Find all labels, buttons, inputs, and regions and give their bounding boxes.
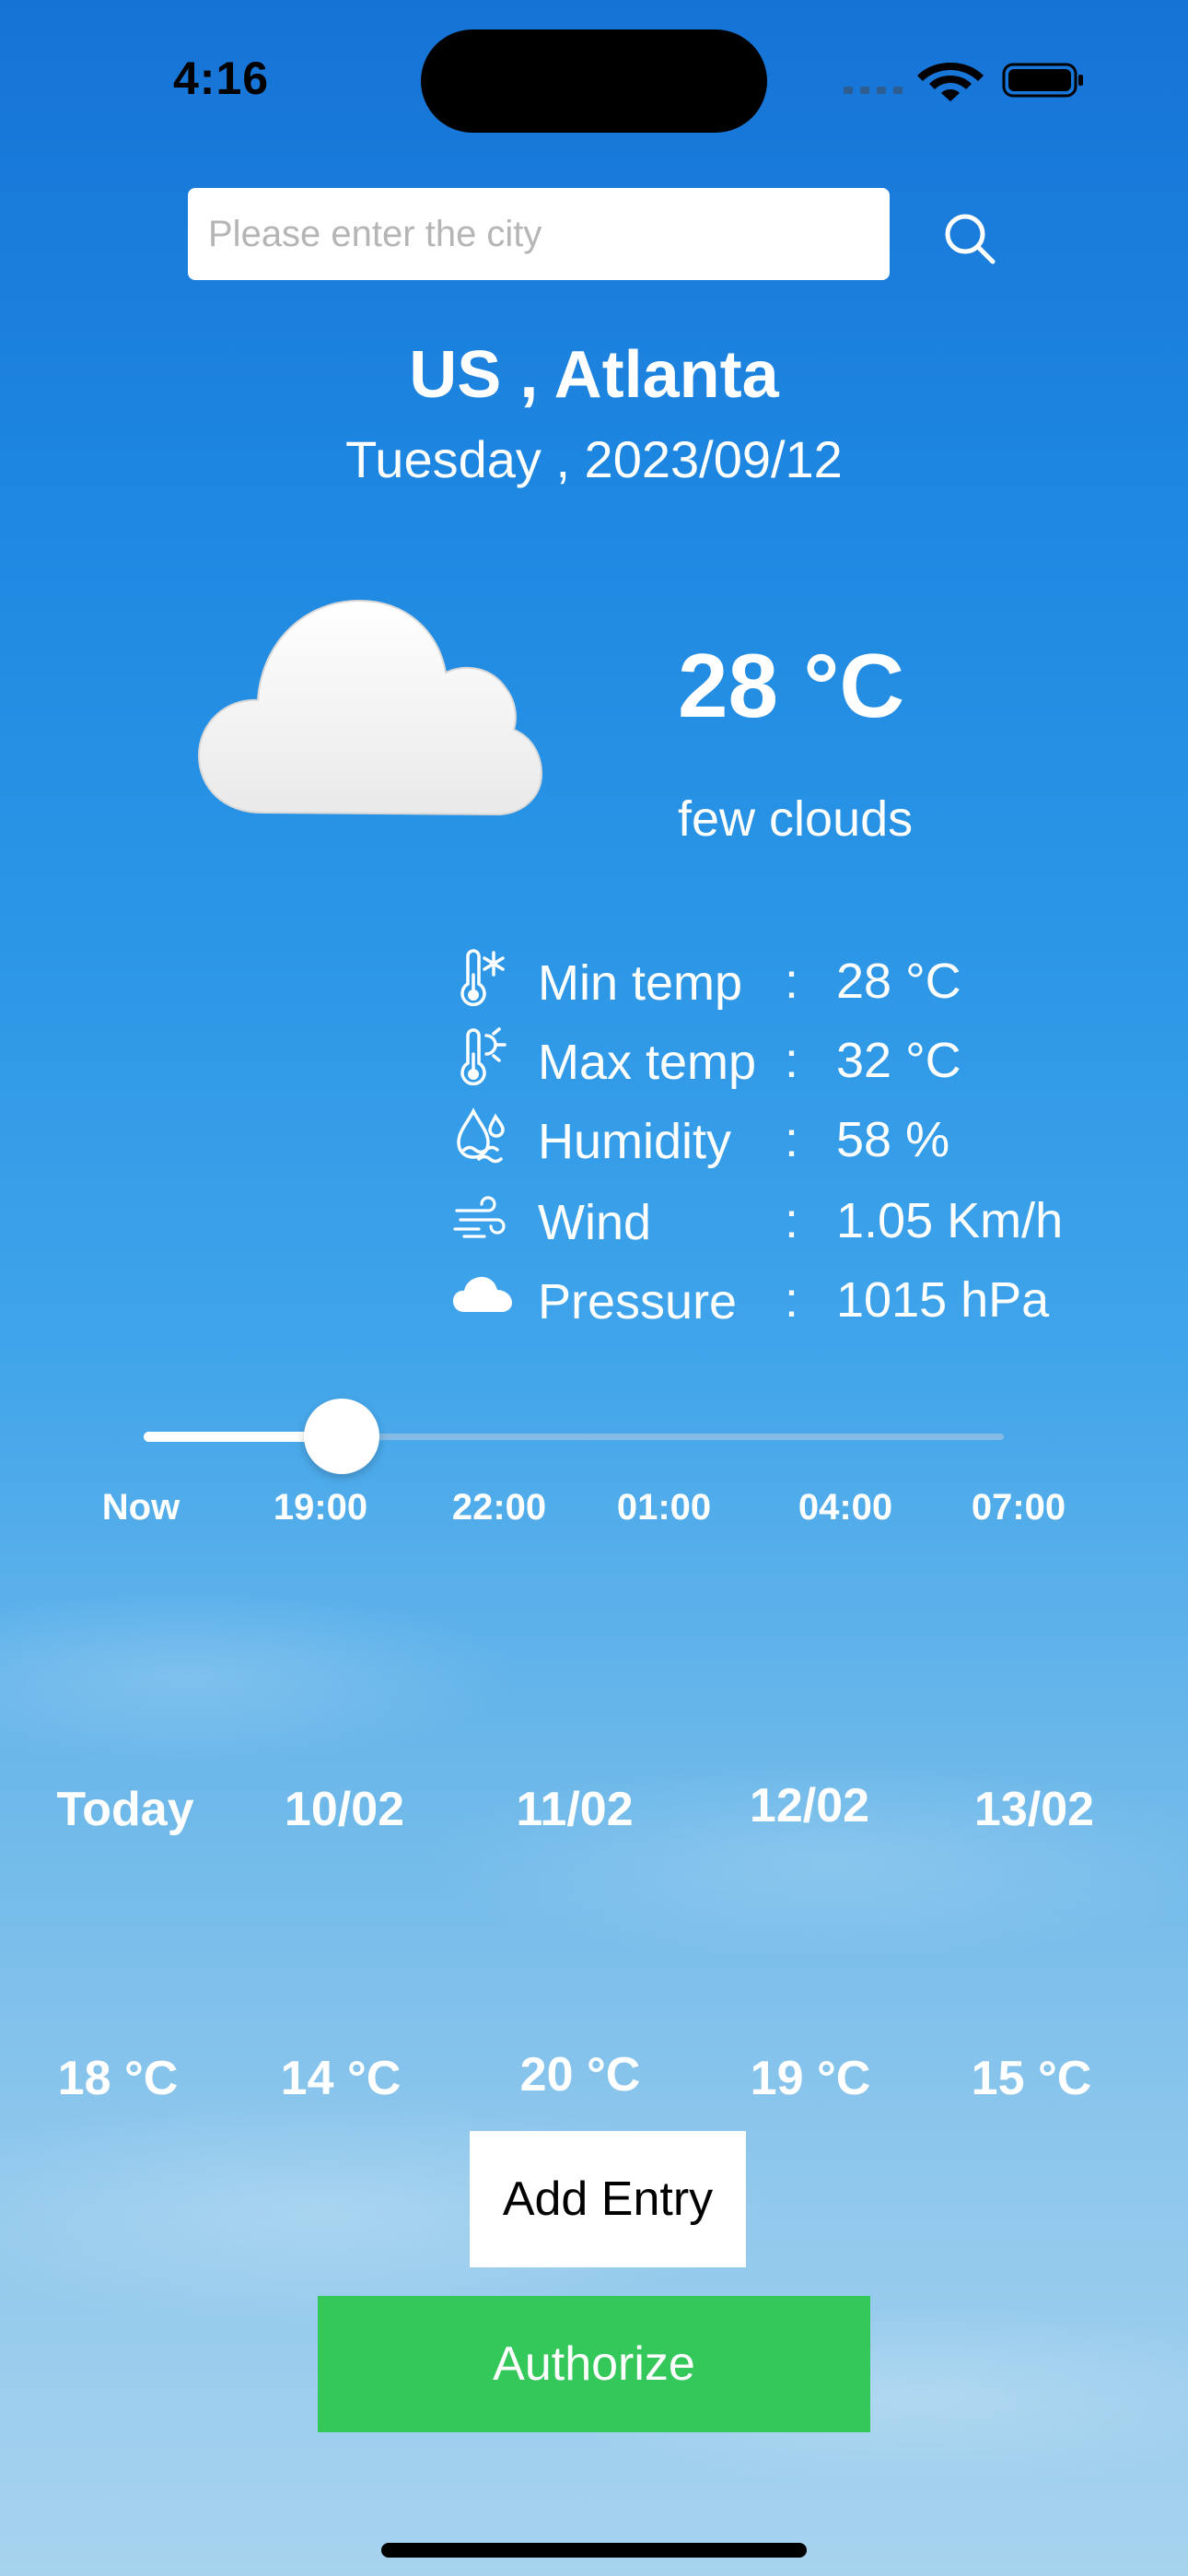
- detail-value-wind: 1.05 Km/h: [836, 1193, 1064, 1248]
- detail-row-max-temp: Max temp : 32 °C: [451, 1026, 1096, 1091]
- wind-icon: [453, 1196, 506, 1238]
- search-button[interactable]: [939, 208, 1004, 273]
- detail-label-wind: Wind: [538, 1195, 652, 1250]
- hour-label: 04:00: [798, 1487, 893, 1528]
- thermometer-snow-icon: [460, 949, 505, 1007]
- detail-separator: :: [785, 1193, 799, 1248]
- forecast-day-temp: 14 °C: [280, 2052, 402, 2105]
- detail-value-humidity: 58 %: [836, 1112, 950, 1167]
- detail-value-pressure: 1015 hPa: [836, 1272, 1050, 1328]
- weather-screen: 4:16 US , Atlanta Tuesday , 2023/09/12: [0, 0, 1188, 2576]
- detail-label-humidity: Humidity: [538, 1114, 732, 1169]
- forecast-day-label: 10/02: [284, 1783, 405, 1836]
- detail-label-max-temp: Max temp: [538, 1035, 757, 1090]
- home-indicator: [381, 2543, 807, 2558]
- detail-separator: :: [785, 1272, 799, 1328]
- status-icons: [844, 63, 1083, 101]
- detail-label-min-temp: Min temp: [538, 955, 743, 1011]
- detail-row-humidity: Humidity : 58 %: [451, 1106, 1096, 1170]
- dynamic-island: [421, 29, 767, 133]
- detail-value-min-temp: 28 °C: [836, 954, 961, 1009]
- search-icon: [945, 214, 996, 264]
- authorize-button[interactable]: Authorize: [318, 2296, 870, 2432]
- forecast-day-label: 13/02: [973, 1783, 1095, 1836]
- hour-label: 22:00: [451, 1487, 547, 1528]
- detail-separator: :: [785, 1112, 799, 1167]
- forecast-day-temp: 15 °C: [971, 2052, 1092, 2105]
- detail-row-wind: Wind : 1.05 Km/h: [451, 1187, 1096, 1251]
- detail-value-max-temp: 32 °C: [836, 1033, 961, 1088]
- thermometer-sun-icon: [460, 1027, 507, 1086]
- hour-label: 01:00: [616, 1487, 712, 1528]
- location-title: US , Atlanta: [409, 338, 779, 412]
- current-date: Tuesday , 2023/09/12: [345, 430, 843, 488]
- hour-label-now: Now: [101, 1487, 181, 1528]
- hour-label: 19:00: [273, 1487, 368, 1528]
- hour-label: 07:00: [971, 1487, 1066, 1528]
- add-entry-button[interactable]: Add Entry: [470, 2131, 746, 2267]
- wifi-icon: [917, 63, 984, 101]
- forecast-day-label: Today: [56, 1783, 194, 1836]
- detail-separator: :: [785, 1033, 799, 1088]
- city-search-input[interactable]: [188, 188, 890, 280]
- weather-description: few clouds: [678, 791, 914, 847]
- cellular-signal-icon: [844, 87, 903, 94]
- status-time: 4:16: [173, 53, 270, 104]
- forecast-day-temp: 18 °C: [57, 2052, 179, 2105]
- forecast-day-label: 11/02: [516, 1783, 634, 1836]
- detail-label-pressure: Pressure: [538, 1274, 738, 1329]
- battery-icon: [1002, 63, 1083, 98]
- forecast-day-label: 12/02: [749, 1779, 870, 1832]
- hourly-slider-thumb[interactable]: [303, 1399, 379, 1474]
- detail-row-min-temp: Min temp : 28 °C: [451, 947, 1096, 1012]
- cloud-filled-icon: [453, 1277, 512, 1312]
- humidity-icon: [457, 1107, 505, 1164]
- forecast-day-temp: 20 °C: [519, 2048, 641, 2102]
- detail-row-pressure: Pressure : 1015 hPa: [451, 1266, 1096, 1330]
- current-temperature: 28 °C: [678, 635, 905, 736]
- forecast-day-temp: 19 °C: [750, 2052, 871, 2105]
- detail-separator: :: [785, 954, 799, 1009]
- cloud-icon: [197, 599, 543, 816]
